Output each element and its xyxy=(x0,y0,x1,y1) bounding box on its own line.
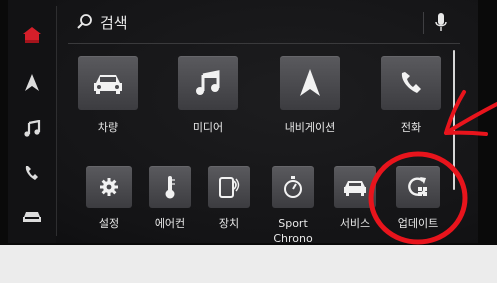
tile-devices-box xyxy=(208,166,250,208)
mic-divider xyxy=(423,12,424,34)
sidebar-item-vehicle[interactable] xyxy=(8,200,56,234)
sidebar xyxy=(8,0,56,243)
microphone-icon[interactable] xyxy=(434,12,448,34)
music-note-icon xyxy=(196,70,220,95)
home-icon xyxy=(23,27,41,43)
tile-climate-box xyxy=(149,166,191,208)
tile-vehicle-label: 차량 xyxy=(97,121,119,134)
stopwatch-icon xyxy=(284,176,302,198)
update-icon xyxy=(408,177,427,196)
tile-service[interactable]: 서비스 xyxy=(334,166,376,230)
tile-settings[interactable]: 설정 xyxy=(86,166,132,230)
phone-icon xyxy=(25,166,38,180)
car-icon xyxy=(23,212,41,222)
thermometer-icon xyxy=(165,176,175,199)
gear-icon xyxy=(100,178,118,196)
tile-settings-box xyxy=(86,166,132,208)
tile-navigation-box xyxy=(280,56,340,110)
tile-navigation[interactable]: 내비게이션 xyxy=(280,56,340,134)
tile-sport-chrono[interactable]: Sport Chrono xyxy=(272,166,314,245)
scrollbar[interactable] xyxy=(453,50,455,190)
navigation-arrow-icon xyxy=(300,69,320,96)
sidebar-divider xyxy=(56,6,57,236)
tile-devices[interactable]: 장치 xyxy=(208,166,250,230)
tile-navigation-label: 내비게이션 xyxy=(284,121,336,134)
search-underline xyxy=(68,43,460,44)
phone-icon xyxy=(401,72,421,93)
tile-phone-box xyxy=(381,56,441,110)
tile-vehicle-box xyxy=(78,56,138,110)
tile-vehicle[interactable]: 차량 xyxy=(78,56,138,134)
device-icon xyxy=(219,177,240,198)
tile-media[interactable]: 미디어 xyxy=(178,56,238,134)
tile-sport-chrono-label-line2: Chrono xyxy=(273,232,313,245)
background-wall xyxy=(0,245,497,283)
tile-media-label: 미디어 xyxy=(192,121,224,134)
search-bar[interactable]: 검색 xyxy=(68,8,460,44)
car-icon xyxy=(94,75,122,94)
tile-service-box xyxy=(334,166,376,208)
search-icon xyxy=(77,14,92,29)
sidebar-item-home[interactable] xyxy=(8,18,56,52)
service-car-icon xyxy=(344,181,366,196)
tile-media-box xyxy=(178,56,238,110)
tile-phone[interactable]: 전화 xyxy=(381,56,441,134)
music-note-icon xyxy=(24,120,41,137)
navigation-arrow-icon xyxy=(25,74,39,91)
tile-sport-chrono-box xyxy=(272,166,314,208)
tile-update-box xyxy=(396,166,440,208)
tile-climate[interactable]: 에어컨 xyxy=(149,166,191,230)
sidebar-item-phone[interactable] xyxy=(8,156,56,190)
tile-phone-label: 전화 xyxy=(400,121,422,134)
search-label: 검색 xyxy=(100,14,128,32)
sidebar-item-navigation[interactable] xyxy=(8,66,56,100)
tile-update[interactable]: 업데이트 xyxy=(396,166,440,230)
tile-update-label: 업데이트 xyxy=(397,217,439,230)
sidebar-item-media[interactable] xyxy=(8,112,56,146)
